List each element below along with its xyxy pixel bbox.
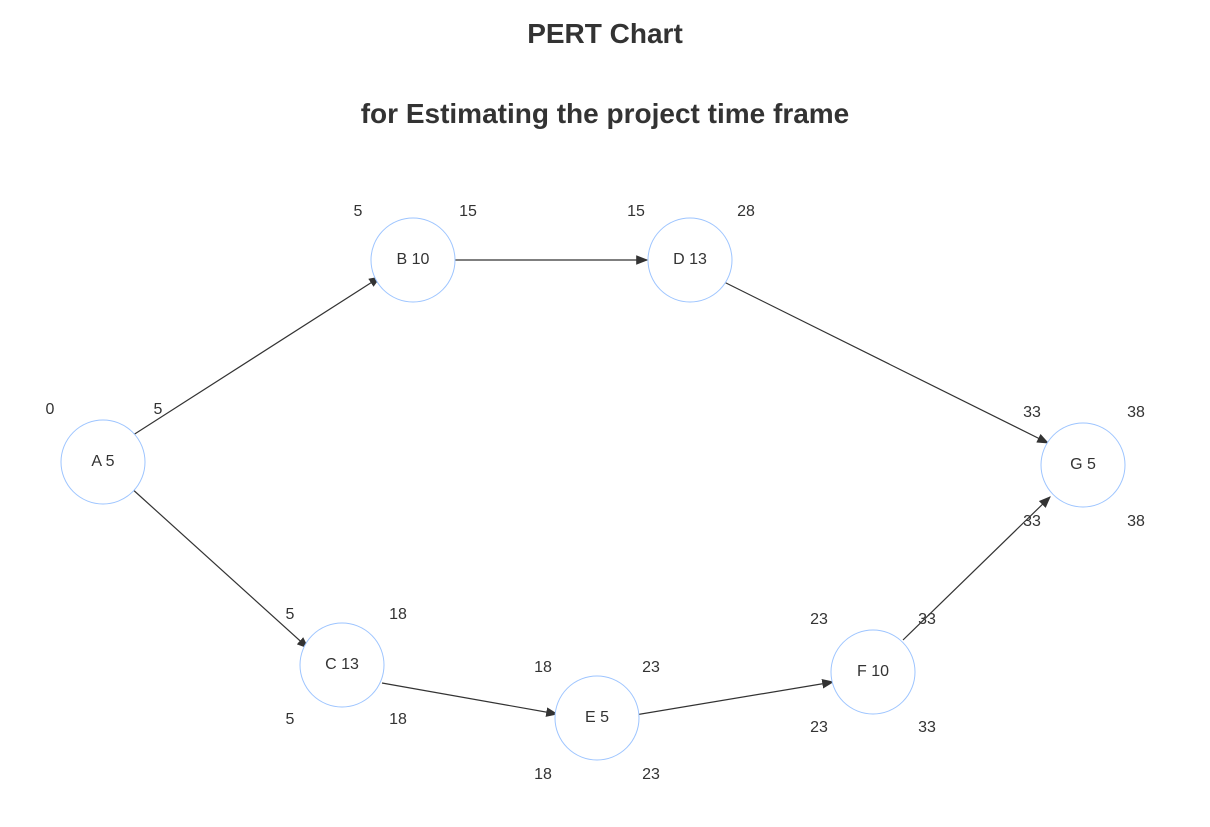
node-F: F 10 23 33 23 33 [810,611,936,736]
node-G-br: 38 [1127,513,1145,530]
node-C-tl: 5 [286,606,295,623]
node-E-tl: 18 [534,659,552,676]
node-E-tr: 23 [642,659,660,676]
node-F-tl: 23 [810,611,828,628]
node-G-tl: 33 [1023,404,1041,421]
node-D-tl: 15 [627,203,645,220]
node-G-label: G 5 [1070,456,1096,473]
node-F-tr: 33 [918,611,936,628]
node-C-br: 18 [389,711,407,728]
node-D: D 13 15 28 [627,203,755,302]
node-D-label: D 13 [673,251,707,268]
node-F-br: 33 [918,719,936,736]
node-E: E 5 18 23 18 23 [534,659,660,783]
node-C: C 13 5 18 5 18 [286,606,407,728]
node-E-br: 23 [642,766,660,783]
edge-A-C [130,487,308,648]
edge-D-G [720,280,1048,443]
node-B-tl: 5 [354,203,363,220]
pert-diagram: A 5 0 5 B 10 5 15 D 13 15 28 C 13 5 18 5… [0,0,1210,827]
node-G: G 5 33 38 33 38 [1023,404,1145,530]
edge-E-F [635,682,833,715]
node-F-bl: 23 [810,719,828,736]
edge-C-E [382,683,557,714]
edges [130,260,1050,715]
node-B-tr: 15 [459,203,477,220]
node-G-tr: 38 [1127,404,1145,421]
node-B: B 10 5 15 [354,203,477,302]
node-C-label: C 13 [325,656,359,673]
edge-A-B [130,277,380,437]
node-B-label: B 10 [397,251,430,268]
node-F-label: F 10 [857,663,889,680]
node-E-bl: 18 [534,766,552,783]
node-G-bl: 33 [1023,513,1041,530]
node-A-label: A 5 [91,453,114,470]
node-E-label: E 5 [585,709,609,726]
node-A-tl: 0 [46,401,55,418]
node-A-tr: 5 [154,401,163,418]
node-D-tr: 28 [737,203,755,220]
node-C-tr: 18 [389,606,407,623]
node-A: A 5 0 5 [46,401,163,504]
node-C-bl: 5 [286,711,295,728]
